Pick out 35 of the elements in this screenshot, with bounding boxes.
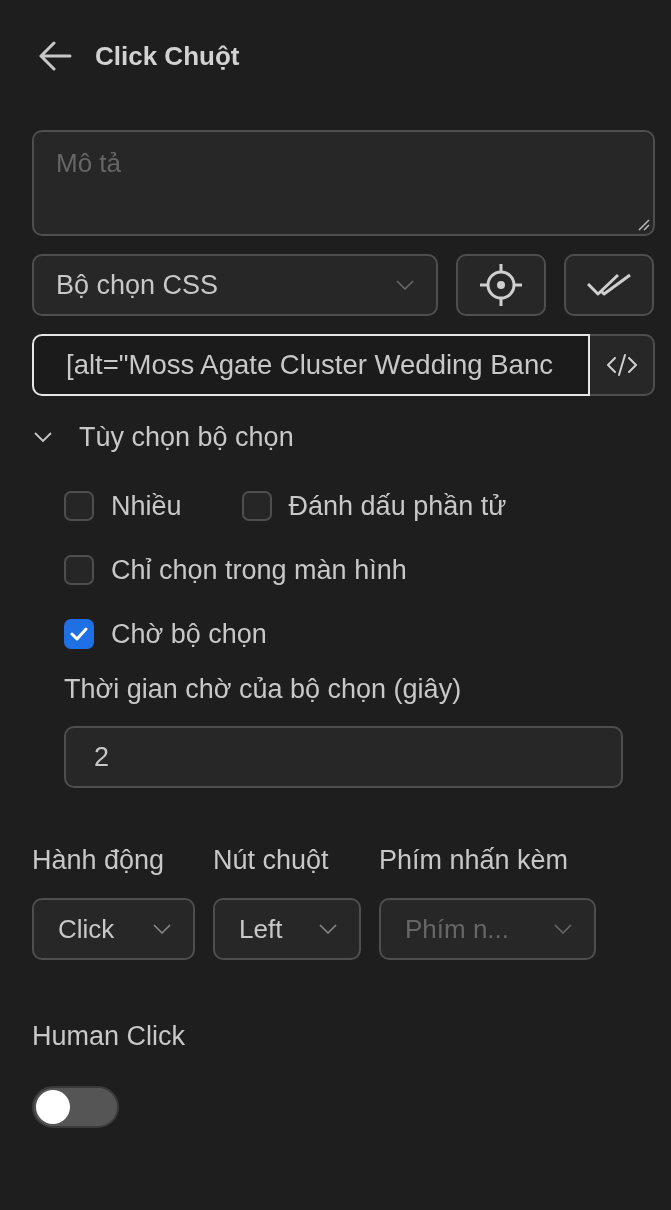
select-label: Phím nhấn kèm: [379, 845, 569, 875]
timeout-field[interactable]: 2: [64, 726, 623, 788]
chevron-down-icon: [153, 924, 171, 934]
checkbox-label: Đánh dấu phần tử: [288, 491, 507, 521]
checkbox[interactable]: [64, 555, 94, 585]
checkbox[interactable]: [64, 619, 94, 649]
select-label: Hành động: [32, 845, 165, 875]
chevron-down-icon: [554, 924, 572, 934]
selector-options-toggle[interactable]: Tùy chọn bộ chọn: [32, 422, 294, 452]
dropdown-select[interactable]: Click: [32, 898, 195, 960]
selector-field[interactable]: [alt="Moss Agate Cluster Wedding Banc: [32, 334, 590, 396]
checkbox[interactable]: [64, 491, 94, 521]
checkbox[interactable]: [241, 491, 272, 521]
pick-element-button[interactable]: [456, 254, 546, 316]
double-check-icon: [587, 273, 631, 297]
checkbox-label: Chỉ chọn trong màn hình: [111, 555, 407, 585]
human-click-label: Human Click: [32, 1021, 186, 1051]
crosshair-icon: [479, 263, 523, 307]
code-button[interactable]: [590, 334, 655, 396]
page-title: Click Chuột: [95, 40, 240, 73]
code-icon: [606, 354, 637, 376]
resize-handle-icon[interactable]: [638, 219, 650, 231]
timeout-label: Thời gian chờ của bộ chọn (giây): [64, 674, 462, 704]
checkbox-label: Chờ bộ chọn: [111, 619, 267, 649]
verify-selector-button[interactable]: [564, 254, 654, 316]
chevron-down-icon: [396, 280, 414, 290]
dropdown-select[interactable]: Left: [213, 898, 361, 960]
selector-type-select[interactable]: Bộ chọn CSS: [32, 254, 438, 316]
toggle-switch[interactable]: [32, 1086, 119, 1128]
chevron-down-icon: [34, 432, 52, 442]
select-label: Nút chuột: [213, 845, 329, 875]
checkbox-label: Nhiều: [111, 491, 182, 521]
check-icon: [70, 627, 88, 641]
back-arrow-icon[interactable]: [38, 41, 72, 71]
chevron-down-icon: [319, 924, 337, 934]
